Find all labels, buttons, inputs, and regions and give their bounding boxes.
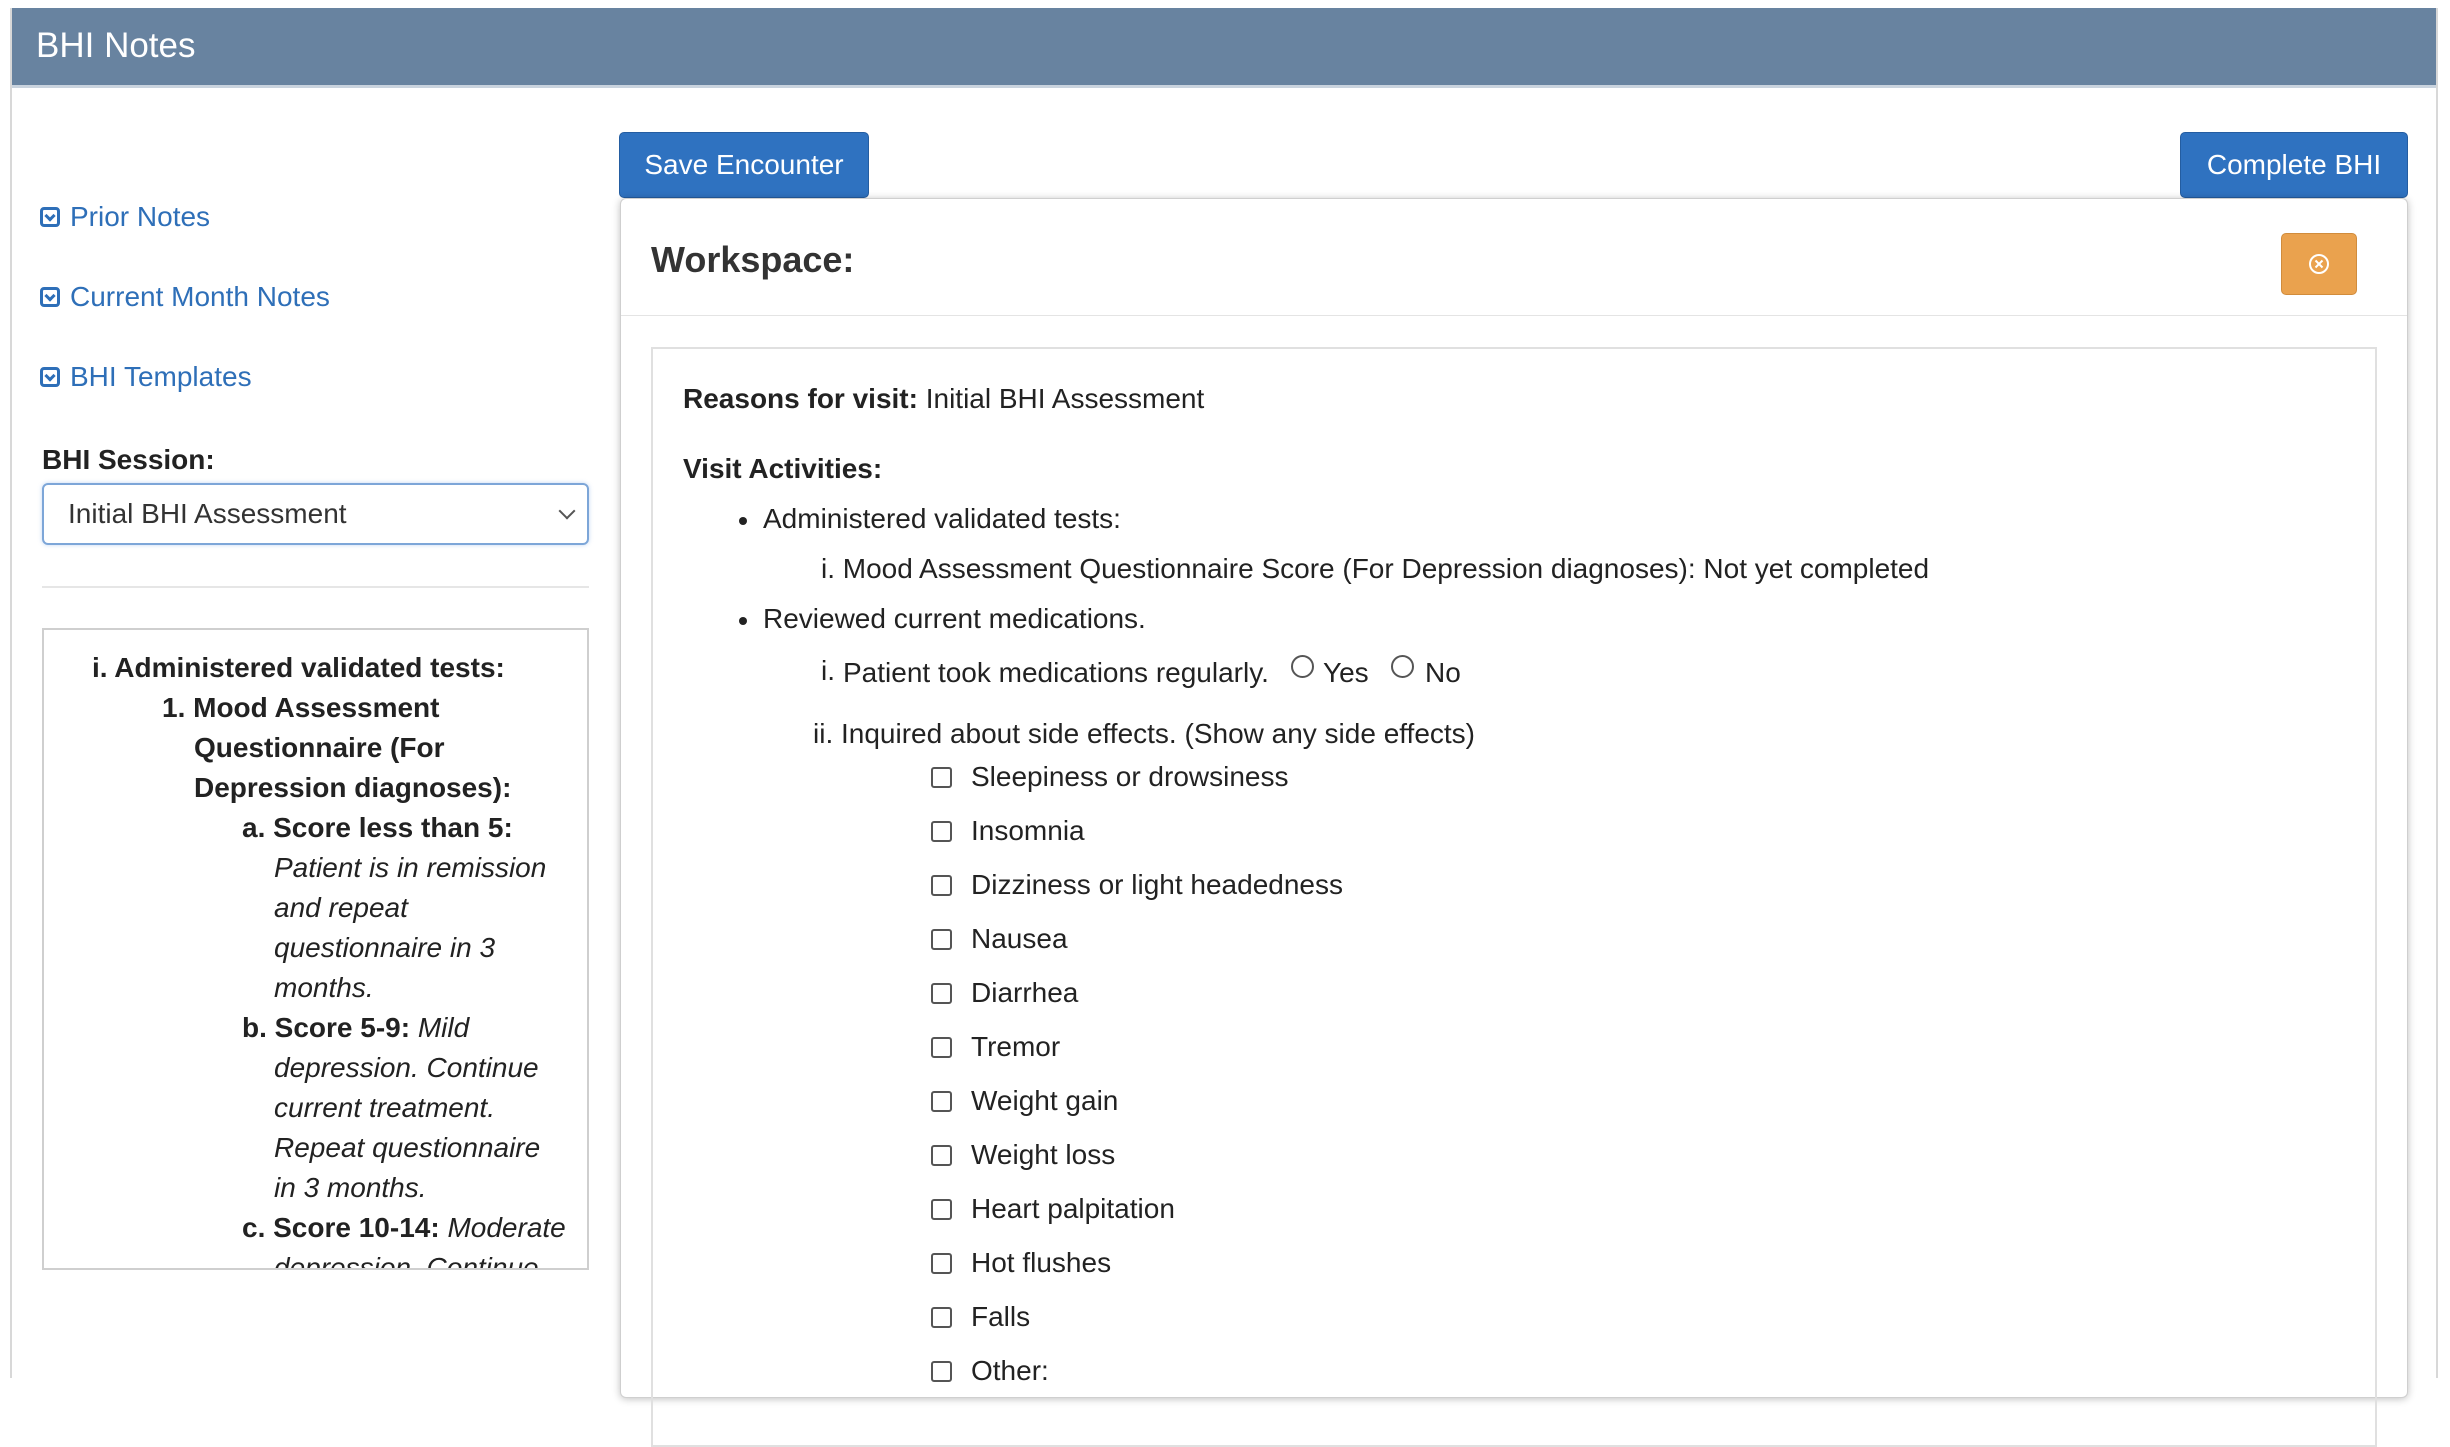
yes-radio[interactable] — [1291, 655, 1314, 678]
guide-score-b-text: Mild — [417, 1012, 470, 1043]
app-title: BHI Notes — [36, 26, 196, 65]
close-circle-icon — [2309, 254, 2329, 274]
prior-notes-link[interactable]: Prior Notes — [40, 201, 210, 233]
guide-test-name-cont: Questionnaire (For — [194, 732, 445, 763]
save-encounter-button[interactable]: Save Encounter — [619, 132, 869, 198]
guide-score-b-text: in 3 months. — [274, 1172, 427, 1203]
side-effect-checkbox[interactable] — [931, 983, 952, 1004]
workspace-close-button[interactable] — [2281, 233, 2357, 295]
bhi-session-value: Initial BHI Assessment — [68, 498, 347, 529]
side-effect-label: Diarrhea — [971, 977, 1079, 1008]
complete-bhi-button[interactable]: Complete BHI — [2180, 132, 2408, 198]
side-effect-checkbox[interactable] — [931, 1145, 952, 1166]
side-effect-label: Other: — [971, 1355, 1049, 1386]
side-effect-checkbox[interactable] — [931, 1253, 952, 1274]
activity-administered-tests: Administered validated tests: — [763, 503, 1121, 534]
side-effect-label: Dizziness or light headedness — [971, 869, 1343, 900]
guide-score-b-text: depression. Continue — [274, 1052, 539, 1083]
side-effect-checkbox[interactable] — [931, 821, 952, 842]
guide-score-a-text: months. — [274, 972, 374, 1003]
workspace-modal: Workspace: Reasons for visit: Initial BH… — [620, 198, 2408, 1447]
visit-activities-label: Visit Activities: — [683, 453, 883, 484]
workspace-title: Workspace: — [651, 239, 855, 280]
bhi-templates-label: BHI Templates — [70, 361, 252, 392]
medication-question: Patient took medications regularly. — [843, 657, 1269, 688]
side-effect-checkbox[interactable] — [931, 929, 952, 950]
reasons-label: Reasons for visit: — [683, 383, 918, 414]
guide-score-a-text: and repeat — [274, 892, 408, 923]
bhi-session-select[interactable]: Initial BHI Assessment — [42, 483, 589, 545]
guide-score-a-text: questionnaire in 3 — [274, 932, 496, 963]
side-effect-label: Sleepiness or drowsiness — [971, 761, 1289, 792]
sidebar-divider — [42, 586, 589, 588]
guide-score-a-label: a. Score less than 5: — [242, 812, 513, 843]
mood-assessment-score: i. Mood Assessment Questionnaire Score (… — [821, 553, 1930, 584]
side-effect-checkbox[interactable] — [931, 1091, 952, 1112]
guide-score-c-text: depression. Continue — [274, 1252, 539, 1270]
side-effect-label: Nausea — [971, 923, 1068, 954]
side-effect-label: Heart palpitation — [971, 1193, 1175, 1224]
side-effect-label: Insomnia — [971, 815, 1085, 846]
side-effect-label: Weight loss — [971, 1139, 1116, 1170]
no-label: No — [1425, 657, 1461, 688]
chevron-down-icon — [558, 502, 576, 520]
side-effect-checkbox[interactable] — [931, 1037, 952, 1058]
chevron-down-square-icon — [40, 287, 60, 307]
bullet-icon — [739, 517, 747, 525]
workspace-note-panel: Reasons for visit: Initial BHI Assessmen… — [651, 347, 2377, 1447]
reasons-row: Reasons for visit: Initial BHI Assessmen… — [683, 383, 1204, 415]
chevron-down-square-icon — [40, 367, 60, 387]
bhi-templates-link[interactable]: BHI Templates — [40, 361, 252, 393]
medication-question-number: i. — [821, 655, 835, 686]
guide-test-name: 1. Mood Assessment — [162, 692, 440, 723]
chevron-down-square-icon — [40, 207, 60, 227]
side-effect-label: Hot flushes — [971, 1247, 1112, 1278]
side-effect-label: Tremor — [971, 1031, 1061, 1062]
guide-score-c-text: Moderate — [447, 1212, 566, 1243]
guide-score-b-label: b. Score 5-9: — [242, 1012, 411, 1043]
guide-test-name-cont: Depression diagnoses): — [194, 772, 512, 803]
guide-heading: i. Administered validated tests: — [92, 652, 505, 683]
side-effect-label: Falls — [971, 1301, 1031, 1332]
no-radio[interactable] — [1391, 655, 1414, 678]
workspace-divider — [621, 315, 2407, 316]
header-bar: BHI Notes — [12, 8, 2436, 88]
guide-score-b-text: current treatment. — [274, 1092, 495, 1123]
yes-label: Yes — [1323, 657, 1369, 688]
side-effect-checkbox[interactable] — [931, 767, 952, 788]
guide-score-b-text: Repeat questionnaire — [274, 1132, 541, 1163]
side-effects-label: ii. Inquired about side effects. (Show a… — [813, 718, 1476, 749]
reasons-value: Initial BHI Assessment — [925, 383, 1205, 414]
side-effect-checkbox[interactable] — [931, 1199, 952, 1220]
side-effect-label: Weight gain — [971, 1085, 1119, 1116]
scoring-guide-panel[interactable]: i. Administered validated tests: 1. Mood… — [42, 628, 589, 1270]
prior-notes-label: Prior Notes — [70, 201, 211, 232]
side-effect-checkbox[interactable] — [931, 875, 952, 896]
guide-score-c-label: c. Score 10-14: — [242, 1212, 440, 1243]
bhi-session-label: BHI Session: — [42, 444, 215, 475]
activity-reviewed-medications: Reviewed current medications. — [763, 603, 1146, 634]
bullet-icon — [739, 617, 747, 625]
side-effect-checkbox[interactable] — [931, 1307, 952, 1328]
current-month-notes-link[interactable]: Current Month Notes — [40, 281, 330, 313]
side-effect-checkbox[interactable] — [931, 1361, 952, 1382]
guide-score-a-text: Patient is in remission — [274, 852, 547, 883]
current-month-notes-label: Current Month Notes — [70, 281, 330, 312]
